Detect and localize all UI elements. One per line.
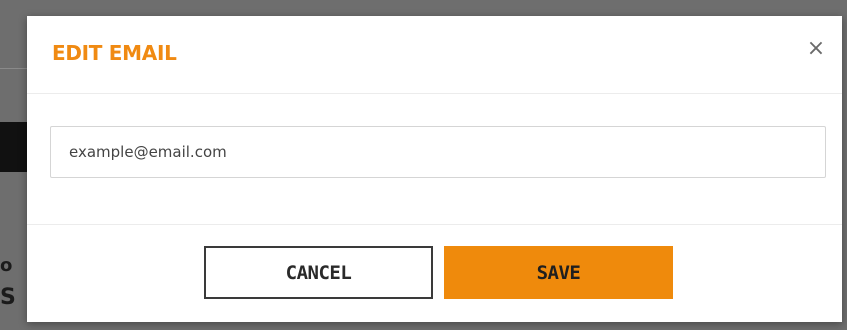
dialog-header: EDIT EMAIL × (27, 16, 842, 94)
dialog-footer: CANCEL SAVE (27, 225, 842, 322)
dialog-title: EDIT EMAIL (52, 41, 177, 65)
close-icon[interactable]: × (803, 36, 829, 62)
background-text-fragment: o (0, 255, 13, 276)
save-button[interactable]: SAVE (444, 246, 673, 299)
background-header-strip (0, 122, 28, 172)
dialog-body (27, 94, 842, 225)
cancel-button[interactable]: CANCEL (204, 246, 433, 299)
background-divider (0, 68, 28, 69)
edit-email-dialog: EDIT EMAIL × CANCEL SAVE (27, 16, 842, 322)
email-field[interactable] (50, 126, 826, 178)
background-text-fragment: S (0, 285, 16, 310)
